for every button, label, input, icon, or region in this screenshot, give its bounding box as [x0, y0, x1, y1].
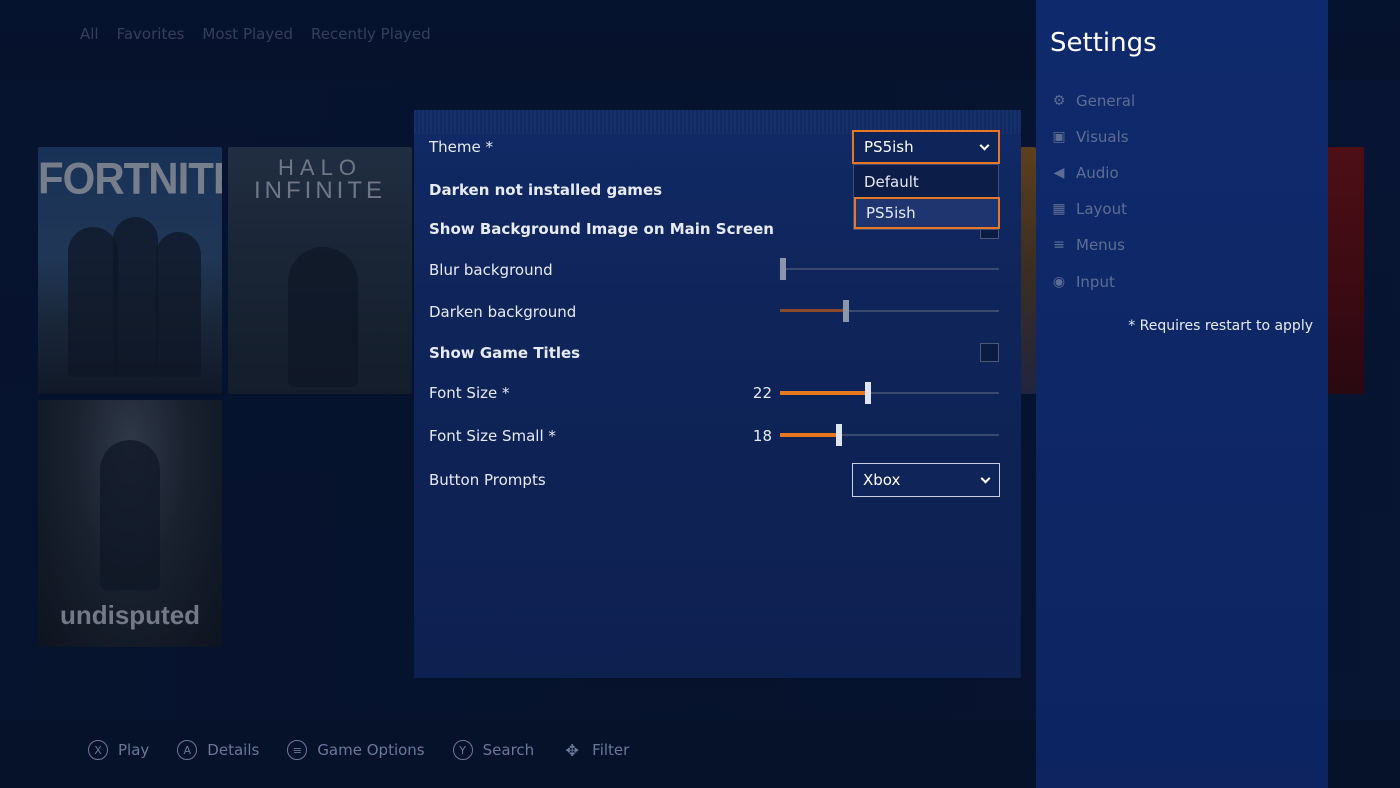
button-prompts-bar: X Play A Details ≡ Game Options Y Search…	[88, 740, 629, 760]
slider-thumb[interactable]	[780, 258, 786, 280]
blur-bg-label: Blur background	[429, 261, 553, 279]
theme-label: Theme *	[429, 138, 494, 156]
blur-bg-slider[interactable]	[780, 258, 999, 280]
prompt-game-options[interactable]: ≡ Game Options	[287, 740, 425, 760]
darken-not-installed-label: Darken not installed games	[429, 181, 663, 199]
menu-button-icon: ≡	[287, 740, 308, 760]
a-button-icon: A	[177, 740, 198, 760]
slider-thumb[interactable]	[836, 424, 842, 446]
sidebar-item-label: Visuals	[1076, 128, 1129, 146]
prompt-label: Filter	[592, 741, 630, 759]
slider-thumb[interactable]	[865, 382, 871, 404]
theme-option-ps5ish[interactable]: PS5ish	[854, 197, 1000, 229]
prompt-search[interactable]: Y Search	[452, 740, 535, 760]
sidebar-item-label: Menus	[1076, 236, 1125, 254]
darken-bg-slider[interactable]	[780, 300, 999, 322]
sidebar-item-visuals[interactable]: ▣ Visuals	[1050, 128, 1129, 146]
settings-sidebar: Settings ⚙ General ▣ Visuals ◀ Audio ▦ L…	[1036, 0, 1328, 788]
image-icon: ▣	[1052, 129, 1066, 145]
slider-fill	[780, 309, 846, 312]
sidebar-item-layout[interactable]: ▦ Layout	[1050, 200, 1127, 218]
y-button-icon: Y	[452, 740, 473, 760]
sidebar-item-menus[interactable]: ≡ Menus	[1050, 236, 1125, 254]
prompt-filter[interactable]: ✥ Filter	[562, 740, 629, 760]
theme-select[interactable]: PS5ish	[852, 130, 1000, 164]
font-size-small-label: Font Size Small *	[429, 427, 556, 445]
sidebar-item-label: Layout	[1076, 200, 1127, 218]
font-size-label: Font Size *	[429, 384, 510, 402]
menu-icon: ≡	[1053, 237, 1065, 253]
dpad-icon: ✥	[565, 740, 579, 760]
show-titles-label: Show Game Titles	[429, 344, 581, 362]
sidebar-item-label: Input	[1076, 273, 1115, 291]
prompt-details[interactable]: A Details	[177, 740, 259, 760]
show-titles-checkbox[interactable]	[980, 343, 999, 362]
show-bg-image-label: Show Background Image on Main Screen	[429, 220, 774, 238]
gear-icon: ⚙	[1052, 93, 1066, 109]
x-button-icon: X	[88, 740, 108, 760]
button-prompts-label: Button Prompts	[429, 471, 546, 489]
prompt-label: Details	[207, 741, 260, 759]
grid-icon: ▦	[1052, 201, 1066, 217]
theme-select-value: PS5ish	[864, 138, 914, 156]
prompt-label: Search	[482, 741, 535, 759]
button-prompts-select[interactable]: Xbox	[852, 463, 1000, 497]
slider-track	[780, 268, 999, 270]
slider-fill	[780, 433, 839, 437]
prompt-label: Game Options	[317, 741, 425, 759]
sidebar-item-label: Audio	[1076, 164, 1119, 182]
font-size-small-slider[interactable]	[780, 424, 999, 446]
slider-thumb[interactable]	[843, 300, 849, 322]
speaker-icon: ◀	[1053, 165, 1065, 181]
sidebar-item-general[interactable]: ⚙ General	[1050, 92, 1135, 110]
visuals-settings-panel: Theme * PS5ish Darken not installed game…	[414, 110, 1021, 678]
darken-bg-label: Darken background	[429, 303, 577, 321]
sidebar-item-audio[interactable]: ◀ Audio	[1050, 164, 1119, 182]
font-size-value: 22	[752, 384, 772, 402]
gamepad-icon: ◉	[1052, 274, 1066, 290]
theme-dropdown-list: Default PS5ish	[853, 164, 1000, 230]
settings-title: Settings	[1050, 28, 1157, 58]
prompt-label: Play	[118, 741, 150, 759]
font-size-small-value: 18	[752, 427, 772, 445]
restart-note: * Requires restart to apply	[1128, 318, 1313, 334]
prompt-play[interactable]: X Play	[88, 740, 149, 760]
sidebar-item-input[interactable]: ◉ Input	[1050, 273, 1115, 291]
button-prompts-select-value: Xbox	[863, 471, 901, 489]
theme-option-default[interactable]: Default	[854, 166, 1000, 198]
font-size-slider[interactable]	[780, 382, 999, 404]
sidebar-item-label: General	[1076, 92, 1136, 110]
chevron-down-icon	[979, 140, 990, 151]
chevron-down-icon	[980, 473, 991, 484]
slider-fill	[780, 391, 868, 395]
